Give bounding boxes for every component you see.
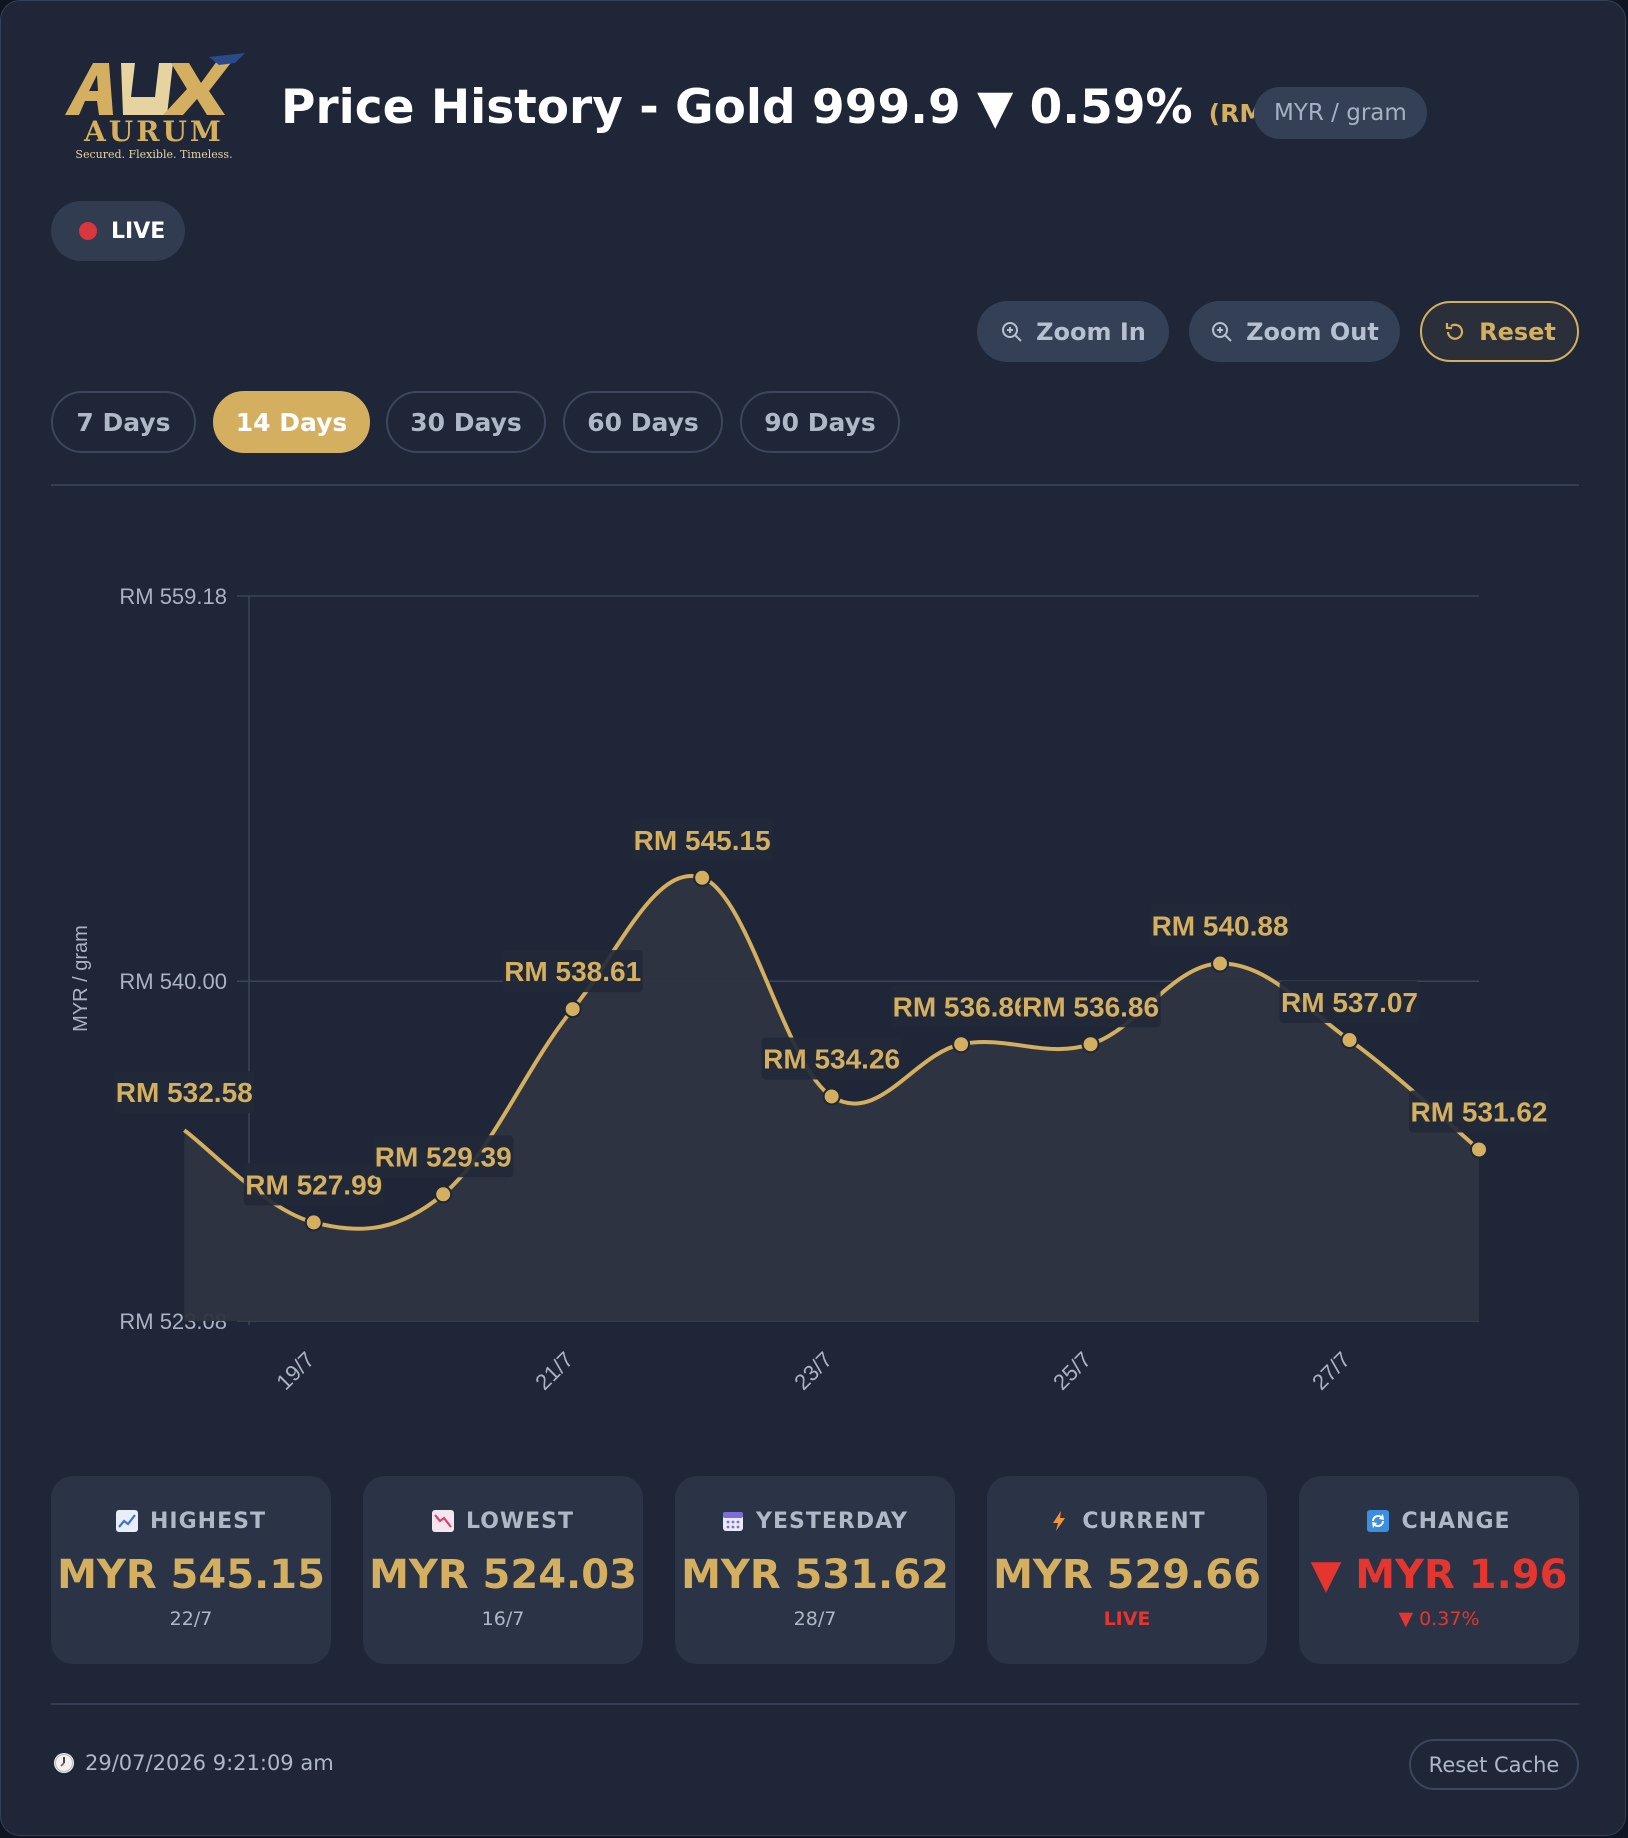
tab-label: 90 Days: [764, 407, 876, 437]
title-row: Price History - Gold 999.9 ▼ 0.59% (RM 5…: [281, 77, 1381, 137]
chart-down-icon: [431, 1510, 454, 1532]
last-updated: 29/07/2026 9:21:09 am: [53, 1751, 334, 1775]
reset-cache-label: Reset Cache: [1428, 1752, 1560, 1777]
unit-badge: MYR / gram: [1254, 87, 1427, 139]
data-label: RM 531.62: [1411, 1096, 1548, 1127]
stat-sub: 22/7: [169, 1608, 213, 1630]
tab-label: 14 Days: [235, 407, 348, 437]
data-point: [693, 868, 712, 887]
tab-label: 30 Days: [410, 407, 522, 437]
data-point: [1340, 1031, 1359, 1050]
stat-card-lowest: LOWEST MYR 524.03 16/7: [363, 1476, 643, 1664]
stat-sub: 16/7: [481, 1608, 525, 1630]
x-tick-label: 19/7: [271, 1347, 319, 1395]
data-point: [1470, 1140, 1488, 1159]
zoom-in-label: Zoom In: [1036, 317, 1146, 346]
stat-card-change: CHANGE ▼ MYR 1.96 ▼ 0.37%: [1299, 1476, 1579, 1664]
stat-card-highest: HIGHEST MYR 545.15 22/7: [51, 1476, 331, 1664]
data-label: RM 534.26: [763, 1043, 900, 1074]
data-label: RM 538.61: [504, 956, 641, 987]
tab-90-days[interactable]: 90 Days: [740, 391, 900, 453]
timestamp-text: 29/07/2026 9:21:09 am: [85, 1751, 334, 1775]
stat-value: MYR 524.03: [369, 1552, 637, 1598]
data-point: [1081, 1035, 1100, 1054]
live-dot-icon: [79, 222, 97, 240]
data-label: RM 540.88: [1152, 911, 1289, 942]
data-point: [434, 1185, 453, 1204]
page-title: Price History - Gold 999.9 ▼ 0.59%: [281, 79, 1193, 135]
stat-card-current: CURRENT MYR 529.66 LIVE: [987, 1476, 1267, 1664]
lightning-icon: [1053, 1511, 1066, 1531]
stat-value: MYR 531.62: [681, 1552, 949, 1598]
data-point: [952, 1035, 971, 1054]
x-tick-label: 23/7: [789, 1347, 837, 1395]
stat-label: LOWEST: [465, 1508, 575, 1534]
stat-label: CHANGE: [1401, 1508, 1511, 1534]
reset-zoom-button[interactable]: Reset: [1420, 301, 1579, 362]
data-label: RM 537.07: [1281, 987, 1418, 1018]
data-label: RM 527.99: [245, 1169, 382, 1200]
data-point: [822, 1087, 841, 1106]
x-tick-label: 21/7: [530, 1347, 578, 1395]
stat-label: YESTERDAY: [756, 1508, 908, 1534]
x-tick-label: 27/7: [1307, 1347, 1355, 1395]
data-label: RM 536.86: [893, 991, 1030, 1022]
price-chart-svg: RM 559.18RM 540.00RM 523.08MYR / gram19/…: [70, 584, 1549, 1395]
tab-label: 60 Days: [587, 407, 699, 437]
stat-label: HIGHEST: [150, 1508, 266, 1534]
refresh-icon: [1367, 1510, 1390, 1532]
data-label: RM 536.86: [1022, 991, 1159, 1022]
stat-card-yesterday: YESTERDAY MYR 531.62 28/7: [675, 1476, 955, 1664]
reset-icon: [1445, 322, 1464, 340]
stat-sub: ▼ 0.37%: [1398, 1608, 1480, 1630]
chart-up-icon: [116, 1510, 139, 1532]
clock-icon: [54, 1753, 74, 1773]
aurum-logo: AURUM Secured. Flexible. Timeless.: [59, 53, 249, 165]
tab-14-days[interactable]: 14 Days: [213, 391, 370, 453]
live-indicator: LIVE: [51, 201, 185, 261]
stat-sub: LIVE: [1103, 1608, 1151, 1630]
y-axis-title: MYR / gram: [70, 925, 92, 1032]
stat-value: MYR 529.66: [993, 1552, 1261, 1598]
data-point: [1211, 954, 1230, 973]
zoom-in-button[interactable]: Zoom In: [977, 301, 1169, 362]
reset-cache-button[interactable]: Reset Cache: [1409, 1739, 1579, 1790]
data-point: [304, 1213, 323, 1232]
tab-label: 7 Days: [76, 407, 171, 437]
y-tick-label: RM 540.00: [119, 969, 227, 994]
data-label: RM 529.39: [375, 1141, 512, 1172]
zoom-out-button[interactable]: Zoom Out: [1189, 301, 1400, 362]
tab-7-days[interactable]: 7 Days: [51, 391, 196, 453]
stat-label: CURRENT: [1082, 1508, 1206, 1534]
y-tick-label: RM 559.18: [119, 584, 227, 609]
data-label: RM 545.15: [634, 825, 771, 856]
zoom-in-icon: [1002, 321, 1022, 342]
divider: [51, 1703, 1579, 1705]
zoom-out-icon: [1212, 321, 1232, 342]
tab-60-days[interactable]: 60 Days: [563, 391, 723, 453]
data-label: RM 532.58: [116, 1077, 253, 1108]
calendar-icon: [723, 1512, 744, 1531]
stat-value: ▼ MYR 1.96: [1310, 1552, 1568, 1598]
stat-sub: 28/7: [793, 1608, 837, 1630]
price-chart[interactable]: RM 559.18 RM 540.00 RM 523.08 MYR / gram 19/…: [51, 521, 1579, 1431]
price-history-card: AURUM Secured. Flexible. Timeless. Price…: [0, 0, 1626, 1836]
divider: [51, 484, 1579, 486]
x-tick-label: 25/7: [1048, 1347, 1096, 1395]
logo-brand-text: AURUM: [83, 115, 224, 148]
live-label: LIVE: [111, 218, 166, 244]
zoom-out-label: Zoom Out: [1246, 317, 1379, 346]
data-point: [563, 1000, 582, 1019]
stat-value: MYR 545.15: [57, 1552, 325, 1598]
tab-30-days[interactable]: 30 Days: [386, 391, 546, 453]
reset-label: Reset: [1479, 317, 1556, 346]
logo-tagline: Secured. Flexible. Timeless.: [75, 148, 232, 161]
